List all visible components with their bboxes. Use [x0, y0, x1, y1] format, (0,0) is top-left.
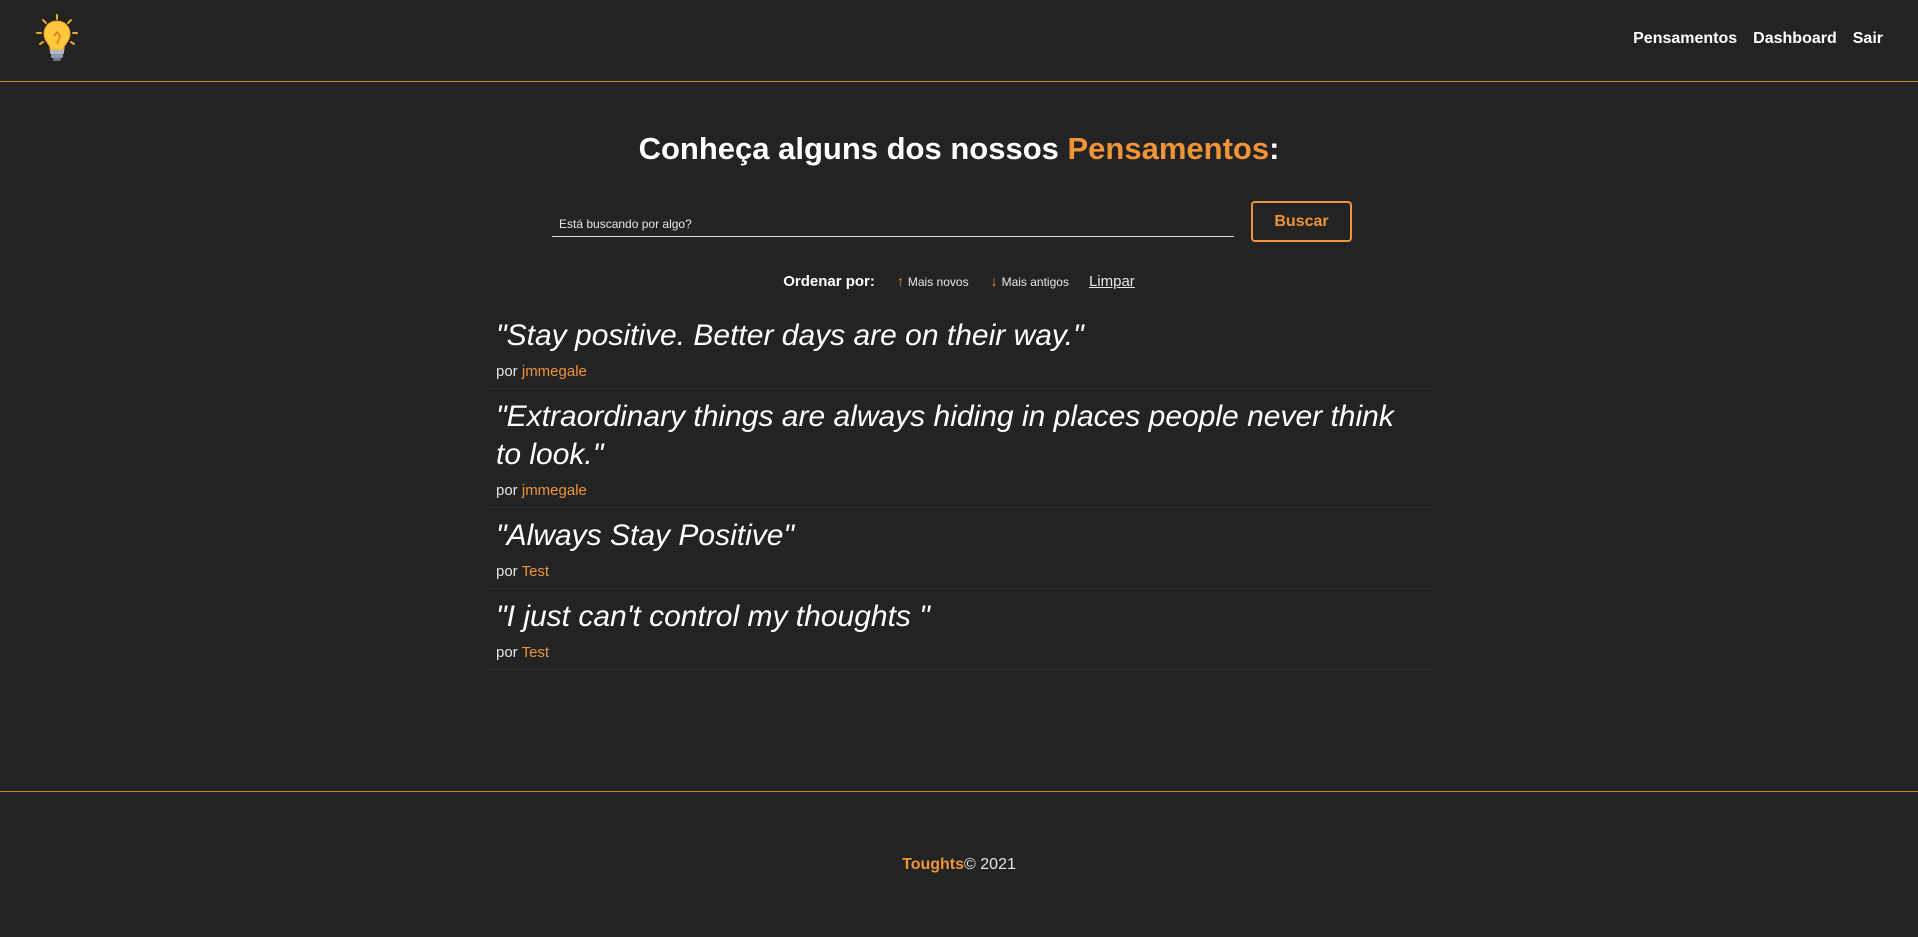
page-title-suffix: :	[1269, 131, 1280, 166]
thoughts-list: "Stay positive. Better days are on their…	[488, 308, 1433, 670]
thought-author[interactable]: jmmegale	[522, 482, 587, 499]
thought-item: "Extraordinary things are always hiding …	[488, 389, 1433, 508]
thought-author[interactable]: Test	[522, 563, 550, 580]
thought-text: "Stay positive. Better days are on their…	[496, 319, 1084, 352]
thought-text: "Extraordinary things are always hiding …	[496, 400, 1394, 471]
search-input[interactable]	[552, 201, 1234, 237]
thought-text: "Always Stay Positive"	[496, 519, 795, 552]
search-button[interactable]: Buscar	[1251, 201, 1352, 242]
logo-link[interactable]	[34, 14, 80, 64]
thought-by-label: por	[496, 644, 518, 661]
nav-link-pensamentos[interactable]: Pensamentos	[1633, 30, 1737, 48]
order-clear-link[interactable]: Limpar	[1089, 273, 1135, 290]
thought-author[interactable]: Test	[522, 644, 550, 661]
navbar: Pensamentos Dashboard Sair	[0, 0, 1918, 82]
thought-meta: por jmmegale	[496, 482, 1425, 499]
footer: Toughts© 2021	[0, 791, 1918, 937]
thought-text: "I just can't control my thoughts "	[496, 600, 930, 633]
order-label: Ordenar por:	[783, 273, 875, 290]
thought-item: "I just can't control my thoughts " por …	[488, 589, 1433, 670]
order-bar: Ordenar por: ↑ Mais novos ↓ Mais antigos L…	[0, 273, 1918, 290]
nav-links: Pensamentos Dashboard Sair	[1633, 30, 1883, 48]
footer-copyright: © 2021	[964, 856, 1016, 873]
main-content: Conheça alguns dos nossos Pensamentos: B…	[0, 83, 1918, 791]
thought-item: "Stay positive. Better days are on their…	[488, 308, 1433, 389]
thought-author[interactable]: jmmegale	[522, 363, 587, 380]
thought-meta: por Test	[496, 644, 1425, 661]
arrow-down-icon: ↓	[990, 273, 998, 289]
thought-by-label: por	[496, 563, 518, 580]
page-title: Conheça alguns dos nossos Pensamentos:	[0, 131, 1918, 167]
lightbulb-icon	[36, 14, 78, 61]
thought-meta: por Test	[496, 563, 1425, 580]
thought-meta: por jmmegale	[496, 363, 1425, 380]
thought-item: "Always Stay Positive" por Test	[488, 508, 1433, 589]
footer-text: Toughts© 2021	[0, 856, 1918, 874]
footer-brand: Toughts	[902, 856, 965, 873]
page-title-prefix: Conheça alguns dos nossos	[638, 131, 1068, 166]
thought-by-label: por	[496, 363, 518, 380]
order-newest-label: Mais novos	[907, 275, 969, 289]
order-newest-link[interactable]: ↑ Mais novos	[897, 273, 969, 289]
order-oldest-link[interactable]: ↓ Mais antigos	[991, 273, 1069, 289]
arrow-up-icon: ↑	[896, 273, 904, 289]
page-title-accent: Pensamentos	[1067, 131, 1270, 166]
nav-link-dashboard[interactable]: Dashboard	[1753, 30, 1837, 48]
order-oldest-label: Mais antigos	[1001, 275, 1069, 289]
thought-by-label: por	[496, 482, 518, 499]
nav-link-sair[interactable]: Sair	[1853, 30, 1883, 48]
